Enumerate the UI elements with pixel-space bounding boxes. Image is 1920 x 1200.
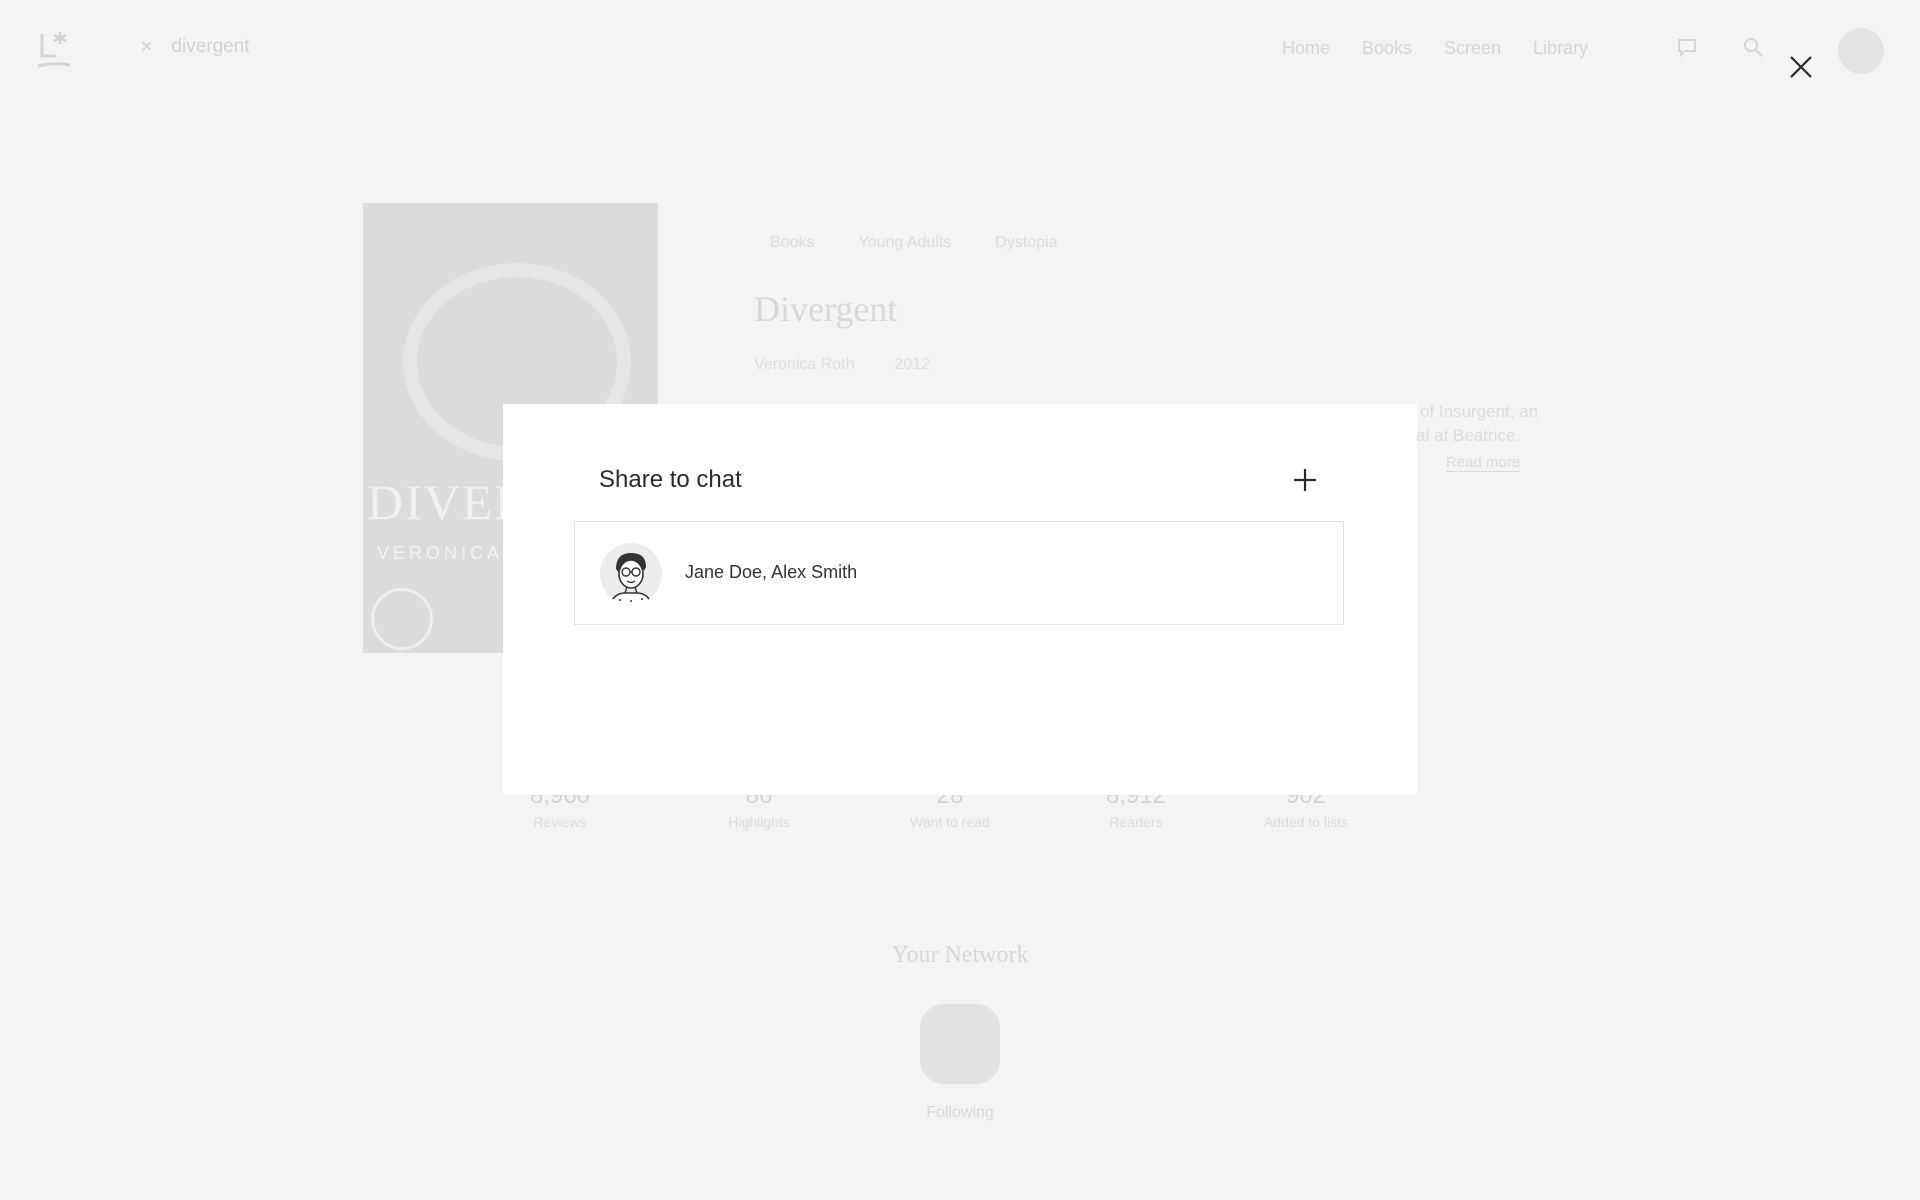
search-bar[interactable]: ✕ divergent: [140, 36, 250, 58]
breadcrumb-books[interactable]: Books: [770, 234, 814, 252]
book-title: Divergent: [754, 289, 898, 329]
cover-seal-icon: [371, 588, 433, 650]
description-line: ntal at Beatrice.: [1402, 426, 1521, 445]
book-year: 2012: [894, 356, 931, 373]
add-chat-icon[interactable]: [1291, 466, 1319, 494]
stat-label: Highlights: [728, 814, 790, 830]
share-to-chat-modal: Share to chat Jane Doe, Alex Smith: [503, 404, 1417, 795]
stat-label: Want to read: [910, 814, 990, 830]
book-meta: Veronica Roth 2012: [754, 356, 930, 374]
breadcrumb: Books Young Adults Dystopia: [770, 234, 1058, 252]
breadcrumb-dystopia[interactable]: Dystopia: [995, 234, 1057, 252]
search-icon[interactable]: [1742, 36, 1764, 58]
stat-label: Reviews: [533, 814, 587, 830]
breadcrumb-young-adults[interactable]: Young Adults: [858, 234, 951, 252]
person-illustration-icon: [609, 553, 653, 605]
stat-label: Added to lists: [1263, 814, 1349, 830]
top-nav: Home Books Screen Library: [1282, 38, 1588, 59]
nav-screen[interactable]: Screen: [1444, 38, 1501, 59]
modal-title: Share to chat: [599, 466, 742, 493]
description-line: of Insurgent, an: [1420, 402, 1539, 421]
search-input[interactable]: divergent: [171, 36, 249, 58]
network-avatar[interactable]: [920, 1004, 1000, 1084]
network-member-name[interactable]: Following: [0, 1104, 1920, 1122]
network-title: Your Network: [891, 942, 1029, 968]
chat-avatar: [600, 543, 662, 605]
logo-icon[interactable]: [36, 28, 76, 72]
clear-search-icon[interactable]: ✕: [140, 37, 153, 57]
user-avatar[interactable]: [1838, 28, 1884, 74]
chat-list-item[interactable]: Jane Doe, Alex Smith: [574, 521, 1344, 625]
nav-home[interactable]: Home: [1282, 38, 1330, 59]
top-icons: [1676, 36, 1764, 58]
chat-participants: Jane Doe, Alex Smith: [685, 562, 858, 582]
book-author[interactable]: Veronica Roth: [754, 356, 855, 374]
nav-books[interactable]: Books: [1362, 38, 1412, 59]
read-more-link[interactable]: Read more: [1446, 454, 1521, 472]
stat-label: Readers: [1109, 814, 1163, 830]
close-icon[interactable]: [1786, 52, 1816, 82]
nav-library[interactable]: Library: [1533, 38, 1588, 59]
chat-icon[interactable]: [1676, 36, 1698, 58]
